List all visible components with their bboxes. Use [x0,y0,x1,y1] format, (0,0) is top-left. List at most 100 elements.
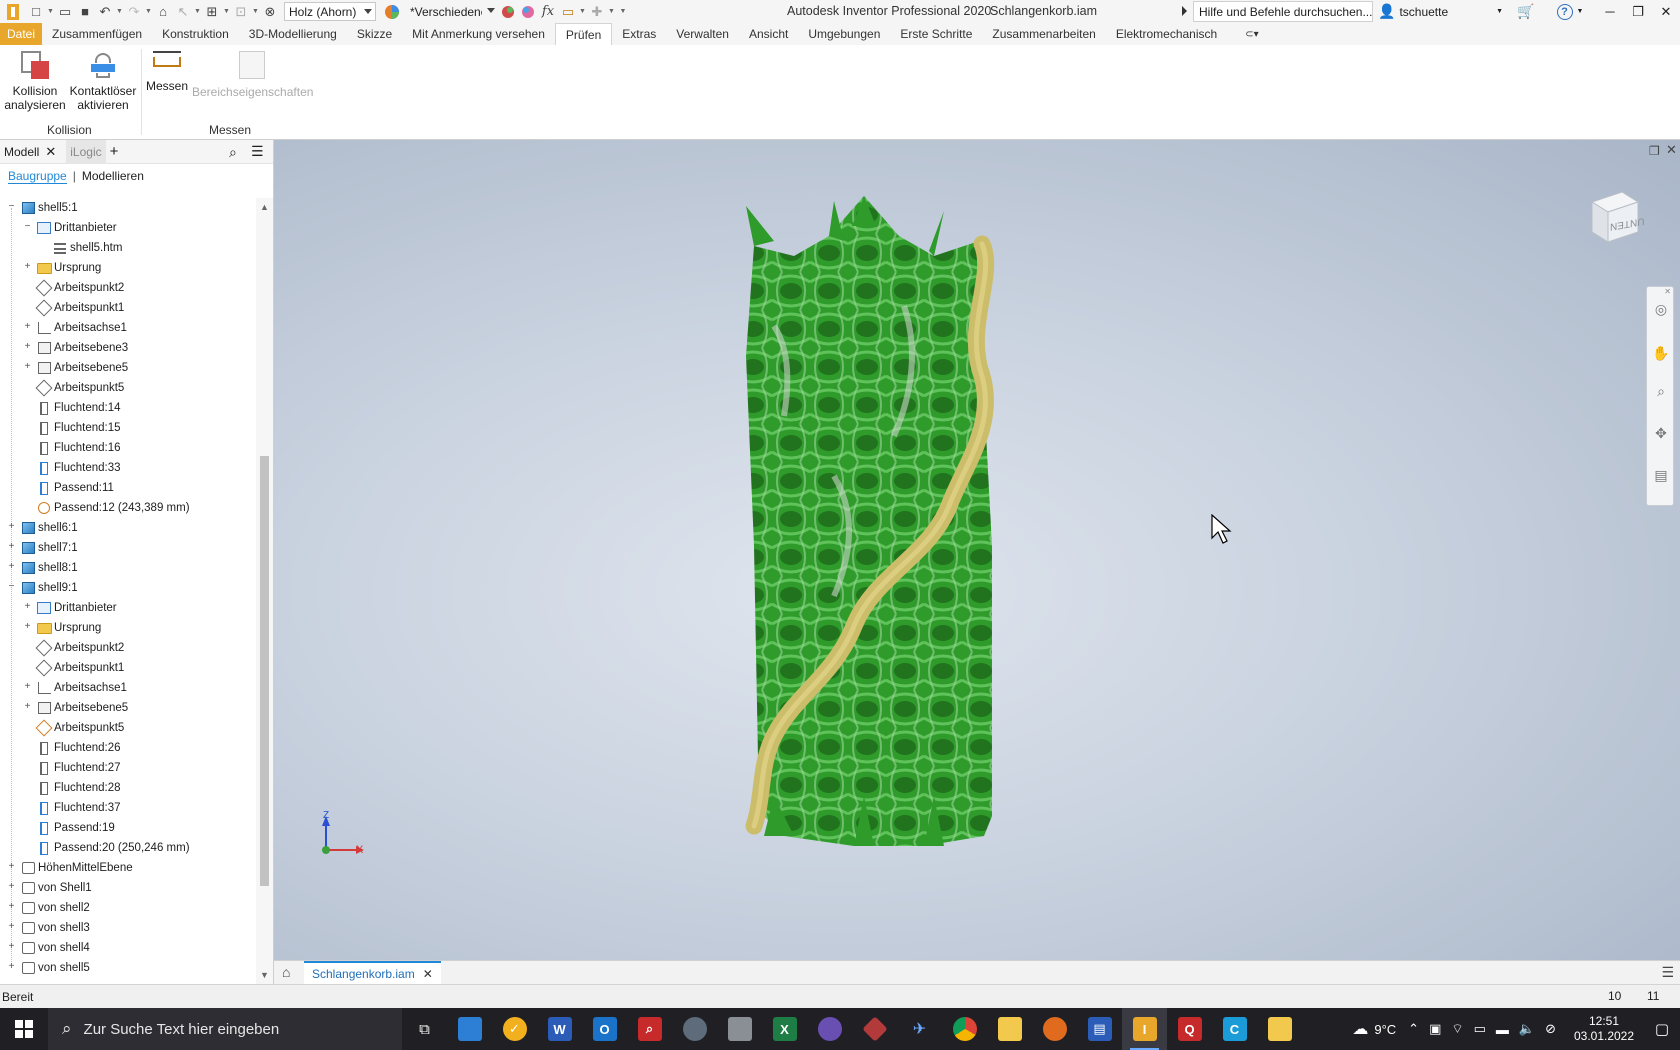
chevron-down-icon[interactable]: ▼ [115,8,124,15]
expand-icon[interactable]: + [23,702,32,712]
tab-3d-model[interactable]: 3D-Modellierung [239,23,347,45]
app-c-icon[interactable]: C [1212,1008,1257,1050]
app-blender-icon[interactable] [807,1008,852,1050]
app-word-icon[interactable]: W [537,1008,582,1050]
graphics-viewport[interactable]: ❐ ✕ UNTEN ✕ ◎ ✋ ⌕ ✥ ▤ X Z [274,140,1680,960]
expand-icon[interactable]: + [23,682,32,692]
chevron-down-icon[interactable]: ▼ [251,8,260,15]
tree-node[interactable]: + von shell2 [9,898,90,918]
tab-inspect[interactable]: Prüfen [554,23,613,45]
tab-collaborate[interactable]: Zusammenarbeiten [982,23,1105,45]
add-icon[interactable]: ✚ [587,2,607,22]
tab-get-started[interactable]: Erste Schritte [890,23,982,45]
app-folder-icon[interactable] [1257,1008,1302,1050]
tab-annotate[interactable]: Mit Anmerkung versehen [402,23,555,45]
expand-icon[interactable]: + [7,882,16,892]
ribbon-options-icon[interactable]: ⊂▾ [1235,23,1268,45]
tree-node[interactable]: Arbeitspunkt5 [35,718,124,738]
clear-appearance-icon[interactable] [518,2,538,22]
customize-qat-icon[interactable]: ▼ [616,8,630,15]
scroll-up-icon[interactable]: ▲ [260,202,269,212]
tree-node[interactable]: Arbeitspunkt1 [35,298,124,318]
tree-node[interactable]: − shell9:1 [9,578,78,598]
tree-node[interactable]: Arbeitspunkt5 [35,378,124,398]
tree-node[interactable]: + von shell3 [9,918,90,938]
steering-wheel-icon[interactable]: ◎ [1652,301,1670,319]
view-face-icon[interactable]: ▤ [1652,467,1670,485]
expand-icon[interactable]: + [7,562,16,572]
close-icon[interactable]: ✕ [1652,0,1680,23]
region-properties-button[interactable]: Bereichseigenschaften [192,49,313,99]
tree-node[interactable]: + von shell4 [9,938,90,958]
measure-qat-icon[interactable]: ▭ [558,2,578,22]
user-menu[interactable]: 👤 tschuette ▼ 🛒 ? ▼ [1378,3,1583,20]
expand-icon[interactable]: + [23,262,32,272]
help-icon[interactable]: ? [1556,3,1573,20]
expand-icon[interactable]: + [7,902,16,912]
tree-node[interactable]: Passend:20 (250,246 mm) [36,838,190,858]
tree-node[interactable]: Arbeitspunkt2 [35,638,124,658]
app-explorer-icon[interactable] [987,1008,1032,1050]
app-red-q-icon[interactable]: Q [1167,1008,1212,1050]
app-search-tool-icon[interactable]: ⌕ [627,1008,672,1050]
orbit-icon[interactable]: ✥ [1652,425,1670,443]
tab-ilogic[interactable]: iLogic [66,139,106,164]
scroll-thumb[interactable] [260,456,269,886]
network-icon[interactable]: ▭ [1474,1021,1486,1037]
view-cube[interactable]: UNTEN [1586,188,1644,246]
close-view-icon[interactable]: ✕ [1666,142,1677,158]
tab-model[interactable]: Modell ✕ [0,144,60,160]
expand-icon[interactable]: + [7,962,16,972]
appearance-select[interactable]: *Verschiedene [406,2,498,21]
pan-icon[interactable]: ✋ [1652,345,1670,363]
weather-temp[interactable]: 9°C [1374,1022,1396,1037]
weather-icon[interactable]: ☁ [1352,1019,1368,1039]
chevron-down-icon[interactable]: ▼ [193,8,202,15]
notifications-icon[interactable]: ▢ [1644,1020,1680,1038]
tab-sketch[interactable]: Skizze [347,23,402,45]
app-inventor-icon[interactable]: I [1122,1008,1167,1050]
maximize-view-icon[interactable]: ❐ [1649,144,1660,158]
zoom-icon[interactable]: ⌕ [1652,383,1670,401]
collapse-icon[interactable]: − [7,582,16,592]
close-icon[interactable]: ✕ [423,967,433,981]
expand-icon[interactable]: + [23,342,32,352]
tree-node[interactable]: + shell6:1 [9,518,78,538]
add-tab-icon[interactable]: + [106,143,123,160]
redo-icon[interactable]: ↷ [124,2,144,22]
tab-design[interactable]: Konstruktion [152,23,239,45]
app-fusion-icon[interactable] [1032,1008,1077,1050]
collapse-icon[interactable]: − [7,202,16,212]
tree-node[interactable]: Fluchtend:26 [36,738,121,758]
tree-node[interactable]: Arbeitspunkt1 [35,658,124,678]
view-assembly[interactable]: Baugruppe [8,169,67,184]
view-modeling[interactable]: Modellieren [82,169,144,183]
tree-node[interactable]: + Arbeitsachse1 [25,318,127,338]
search-expand-icon[interactable] [1182,6,1187,16]
parameters-icon[interactable]: fx [538,2,558,22]
menu-icon[interactable]: ☰ [1661,964,1674,981]
inventor-logo-icon[interactable] [0,2,26,22]
task-view-icon[interactable]: ⧉ [402,1008,447,1050]
tree-node[interactable]: Arbeitspunkt2 [35,278,124,298]
tree-node[interactable]: + Ursprung [25,258,102,278]
notification-mute-icon[interactable]: ⊘ [1545,1021,1556,1037]
tree-node[interactable]: Fluchtend:14 [36,398,121,418]
expand-icon[interactable]: + [23,602,32,612]
tree-node[interactable]: + Arbeitsebene3 [25,338,128,358]
expand-icon[interactable]: + [7,542,16,552]
tree-node[interactable]: + shell8:1 [9,558,78,578]
clock[interactable]: 12:51 03.01.2022 [1564,1014,1644,1044]
app-chrome-icon[interactable] [942,1008,987,1050]
tree-node[interactable]: + shell7:1 [9,538,78,558]
app-notepad-icon[interactable] [447,1008,492,1050]
minimize-icon[interactable]: ─ [1596,0,1624,23]
chevron-up-icon[interactable]: ⌃ [1408,1021,1419,1037]
app-outlook-icon[interactable]: O [582,1008,627,1050]
tree-node[interactable]: Fluchtend:28 [36,778,121,798]
select-icon[interactable]: ↖ [173,2,193,22]
search-icon[interactable]: ⌕ [229,144,237,161]
chevron-down-icon[interactable]: ▼ [578,8,587,15]
close-icon[interactable]: ✕ [1664,287,1671,296]
app-timer-icon[interactable]: ✓ [492,1008,537,1050]
